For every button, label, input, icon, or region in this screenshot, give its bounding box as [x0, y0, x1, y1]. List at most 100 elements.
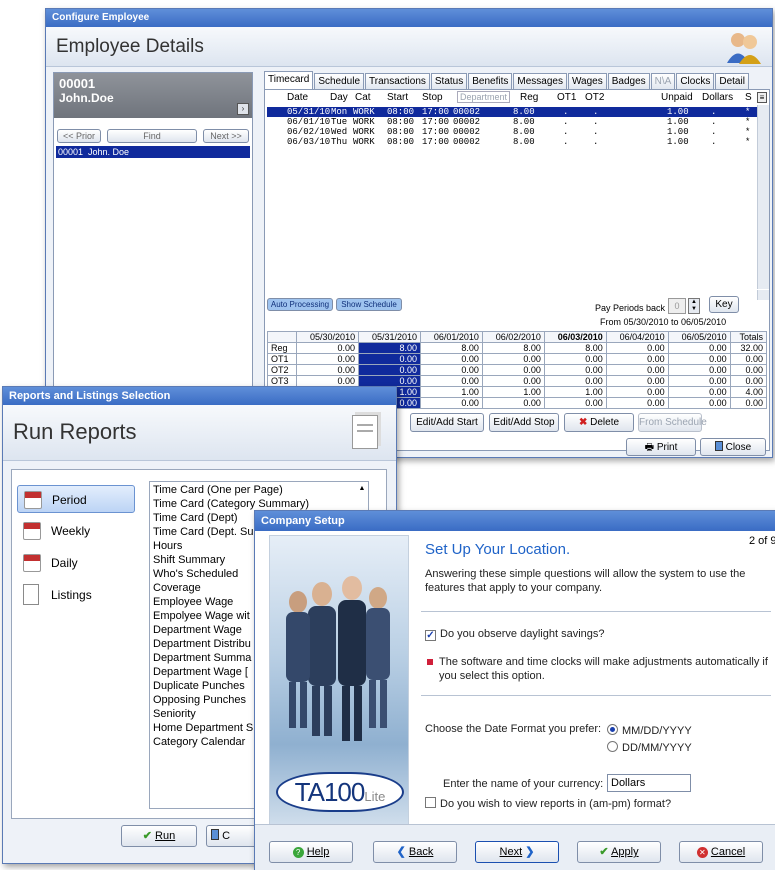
- tab-timecard[interactable]: Timecard: [264, 71, 314, 89]
- close-button[interactable]: Close: [700, 438, 766, 456]
- summary-cell[interactable]: 8.00: [481, 342, 545, 354]
- tab-detail[interactable]: Detail: [715, 73, 749, 89]
- delete-button[interactable]: ✖ Delete: [564, 413, 634, 432]
- next-button[interactable]: Next >>: [203, 129, 249, 143]
- show-schedule-button[interactable]: Show Schedule: [336, 298, 402, 311]
- setup-window-titlebar[interactable]: Company Setup: [255, 511, 775, 531]
- tab-transactions[interactable]: Transactions: [365, 73, 430, 89]
- tab-wages[interactable]: Wages: [567, 73, 607, 89]
- summary-cell[interactable]: 0.00: [420, 397, 483, 409]
- col-reg[interactable]: Reg: [520, 92, 538, 103]
- edit-add-stop-button[interactable]: Edit/Add Stop: [489, 413, 559, 432]
- summary-cell[interactable]: 0.00: [667, 375, 731, 387]
- summary-cell[interactable]: 0.00: [420, 364, 483, 376]
- key-scrollbar[interactable]: [757, 290, 769, 300]
- nav-period[interactable]: Period: [17, 485, 135, 513]
- tab-schedule[interactable]: Schedule: [314, 73, 365, 89]
- summary-cell[interactable]: 0.00: [667, 342, 731, 354]
- summary-cell[interactable]: 0.00: [296, 375, 360, 387]
- dst-checkbox[interactable]: ✓: [425, 630, 436, 641]
- summary-cell[interactable]: 0.00: [481, 375, 545, 387]
- employee-list-item[interactable]: 00001 John. Doe: [56, 146, 250, 158]
- timecard-scrollbar[interactable]: [757, 105, 769, 289]
- col-dollars[interactable]: Dollars: [702, 92, 733, 103]
- summary-cell[interactable]: 0.00: [420, 375, 483, 387]
- summary-cell[interactable]: 1.00: [481, 386, 545, 398]
- col-day[interactable]: Day: [330, 92, 348, 103]
- col-cat[interactable]: Cat: [355, 92, 371, 103]
- tab-badges[interactable]: Badges: [607, 73, 650, 89]
- next-wizard-button[interactable]: Next ❯: [475, 841, 559, 863]
- back-button[interactable]: ❮ Back: [373, 841, 457, 863]
- edit-add-start-button[interactable]: Edit/Add Start: [410, 413, 484, 432]
- summary-cell[interactable]: 0.00: [667, 397, 731, 409]
- summary-cell[interactable]: 0.00: [296, 353, 360, 365]
- timecard-row[interactable]: 05/31/10 Mon WORK 08:00 17:00 00002 8.00.. 1.00…: [267, 107, 757, 117]
- summary-cell[interactable]: 0.00: [296, 364, 360, 376]
- summary-cell[interactable]: 1.00: [543, 386, 607, 398]
- report-list-item[interactable]: Time Card (Category Summary): [153, 497, 368, 511]
- summary-cell[interactable]: 0.00: [605, 375, 669, 387]
- date-option-mdy[interactable]: MM/DD/YYYY: [607, 724, 692, 737]
- summary-cell[interactable]: 0.00: [543, 353, 607, 365]
- ampm-option[interactable]: Do you wish to view reports in (am-pm) f…: [425, 797, 671, 810]
- pay-periods-back-input[interactable]: 0: [668, 298, 686, 314]
- summary-cell[interactable]: 0.00: [358, 353, 421, 365]
- summary-cell[interactable]: 8.00: [420, 342, 483, 354]
- summary-cell[interactable]: 0.00: [605, 386, 669, 398]
- summary-cell[interactable]: 32.00: [729, 342, 768, 354]
- summary-cell[interactable]: 0.00: [605, 342, 669, 354]
- column-chooser-icon[interactable]: ≡: [757, 92, 767, 103]
- summary-cell[interactable]: 0.00: [729, 375, 768, 387]
- col-s[interactable]: S: [745, 92, 752, 103]
- key-button[interactable]: Key: [709, 296, 739, 313]
- timecard-row[interactable]: 06/01/10 Tue WORK 08:00 17:00 00002 8.00.. 1.00…: [267, 117, 757, 127]
- timecard-row[interactable]: 06/03/10 Thu WORK 08:00 17:00 00002 8.00.. 1.00…: [267, 137, 757, 147]
- summary-cell[interactable]: 0.00: [667, 353, 731, 365]
- apply-button[interactable]: ✔ Apply: [577, 841, 661, 863]
- summary-cell[interactable]: 0.00: [605, 364, 669, 376]
- summary-cell[interactable]: 0.00: [729, 397, 768, 409]
- employee-window-titlebar[interactable]: Configure Employee: [46, 9, 772, 27]
- run-button[interactable]: ✔ Run: [121, 825, 197, 847]
- report-list-item[interactable]: Time Card (One per Page): [153, 483, 368, 497]
- summary-cell[interactable]: 0.00: [481, 364, 545, 376]
- summary-cell[interactable]: 0.00: [605, 353, 669, 365]
- summary-cell[interactable]: 0.00: [358, 364, 421, 376]
- summary-cell[interactable]: 0.00: [296, 342, 360, 354]
- radio-dmy[interactable]: [607, 741, 618, 752]
- tab-messages[interactable]: Messages: [513, 73, 567, 89]
- summary-cell[interactable]: 1.00: [420, 386, 483, 398]
- summary-cell[interactable]: 0.00: [543, 397, 607, 409]
- summary-cell[interactable]: 0.00: [667, 386, 731, 398]
- summary-cell[interactable]: 0.00: [605, 397, 669, 409]
- currency-input[interactable]: Dollars: [607, 774, 691, 792]
- timecard-row[interactable]: 06/02/10 Wed WORK 08:00 17:00 00002 8.00.. 1.00…: [267, 127, 757, 137]
- tab-status[interactable]: Status: [430, 73, 468, 89]
- summary-cell[interactable]: 0.00: [358, 375, 421, 387]
- col-ot2[interactable]: OT2: [585, 92, 604, 103]
- summary-cell[interactable]: 4.00: [729, 386, 768, 398]
- summary-cell[interactable]: 0.00: [481, 397, 545, 409]
- nav-listings[interactable]: Listings: [17, 581, 135, 609]
- nav-weekly[interactable]: Weekly: [17, 517, 135, 545]
- tab-benefits[interactable]: Benefits: [468, 73, 513, 89]
- cancel-button[interactable]: ✕ Cancel: [679, 841, 763, 863]
- expand-icon[interactable]: ›: [237, 103, 249, 115]
- pay-periods-spinner[interactable]: ▲ ▼: [688, 298, 700, 314]
- summary-cell[interactable]: 0.00: [729, 364, 768, 376]
- col-ot1[interactable]: OT1: [557, 92, 576, 103]
- nav-daily[interactable]: Daily: [17, 549, 135, 577]
- summary-cell[interactable]: 0.00: [543, 375, 607, 387]
- col-stop[interactable]: Stop: [422, 92, 443, 103]
- summary-cell[interactable]: 8.00: [543, 342, 607, 354]
- from-schedule-button[interactable]: From Schedule: [638, 413, 707, 432]
- tab-clocks[interactable]: Clocks: [676, 73, 715, 89]
- prior-button[interactable]: << Prior: [57, 129, 101, 143]
- summary-cell[interactable]: 0.00: [667, 364, 731, 376]
- help-button[interactable]: ? Help: [269, 841, 353, 863]
- report-list-scroll-up[interactable]: ▲: [356, 482, 368, 496]
- reports-window-titlebar[interactable]: Reports and Listings Selection: [3, 387, 396, 405]
- tab-na[interactable]: N\A: [650, 73, 676, 89]
- summary-cell[interactable]: 0.00: [729, 353, 768, 365]
